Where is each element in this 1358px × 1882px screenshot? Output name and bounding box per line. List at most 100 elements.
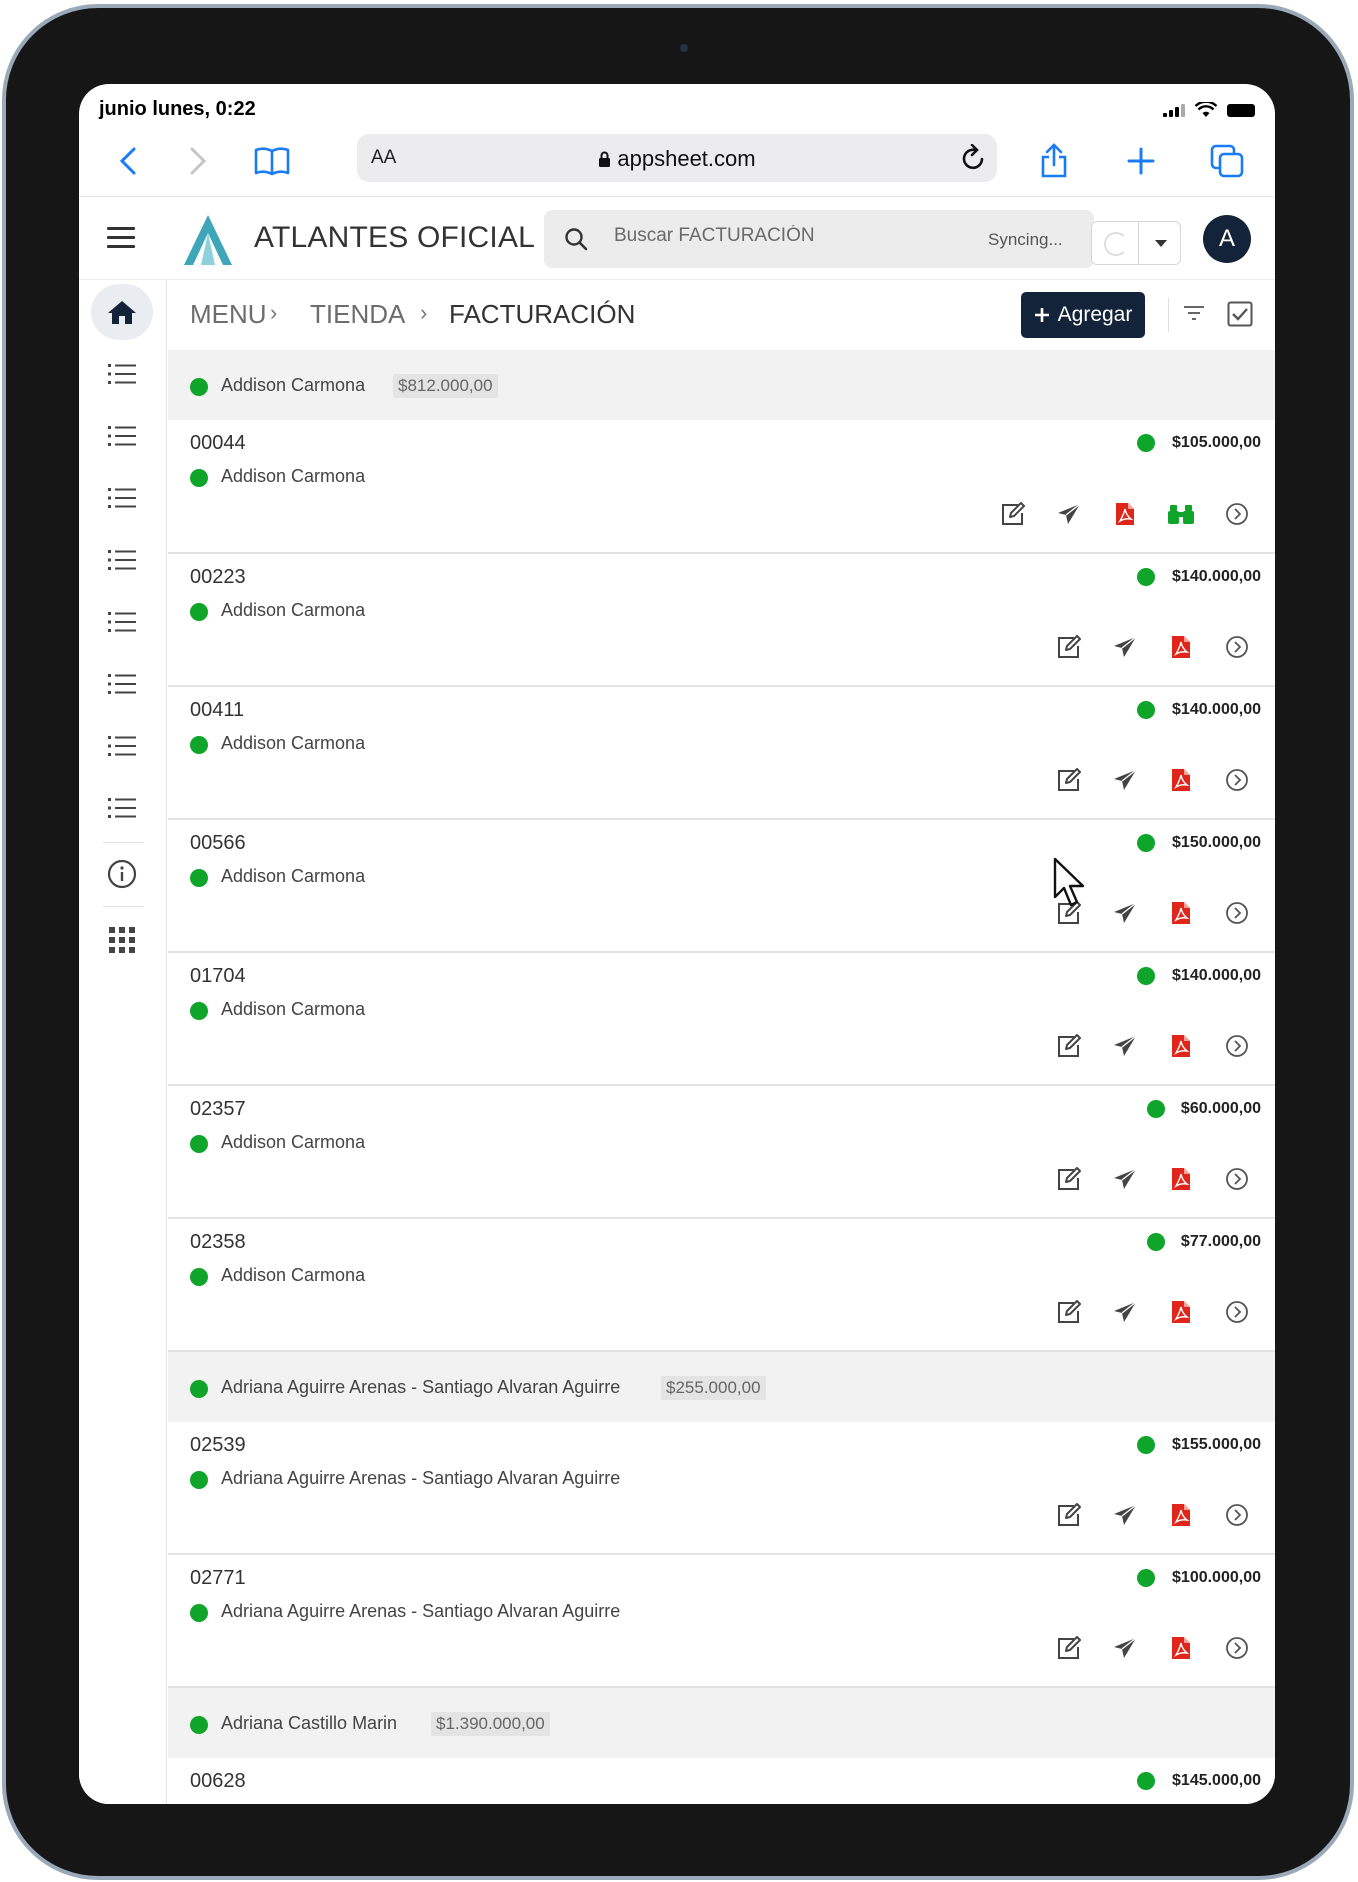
pdf-button[interactable] (1153, 1296, 1209, 1332)
table-row[interactable]: 00566 Addison Carmona $150.000,00 (168, 820, 1275, 953)
row-actions (1041, 1632, 1265, 1668)
send-button[interactable] (1097, 1296, 1153, 1332)
send-button[interactable] (1097, 1030, 1153, 1066)
chevron-right-icon: › (270, 300, 278, 325)
edit-button[interactable] (1041, 1632, 1097, 1668)
sidebar-item-home[interactable] (91, 284, 153, 340)
edit-button[interactable] (1041, 1499, 1097, 1535)
open-detail-button[interactable] (1209, 498, 1265, 534)
send-button[interactable] (1097, 631, 1153, 667)
group-header[interactable]: Adriana Castillo Marin $1.390.000,00 (168, 1688, 1275, 1758)
group-total: $1.390.000,00 (431, 1712, 550, 1736)
edit-button[interactable] (1041, 631, 1097, 667)
row-number: 00566 (190, 832, 246, 854)
sync-status: Syncing... (988, 230, 1063, 249)
select-checkbox-icon[interactable] (1227, 301, 1253, 327)
row-client: Addison Carmona (221, 866, 366, 886)
edit-button[interactable] (1041, 1030, 1097, 1066)
sidebar-item-list-1[interactable] (91, 346, 153, 402)
menu-icon[interactable] (107, 227, 135, 254)
mouse-cursor-icon (1053, 857, 1085, 907)
send-button[interactable] (1097, 1499, 1153, 1535)
table-row[interactable]: 00411 Addison Carmona $140.000,00 (168, 687, 1275, 820)
sidebar-item-list-3[interactable] (91, 470, 153, 526)
back-icon[interactable] (103, 136, 153, 186)
edit-button[interactable] (1041, 1163, 1097, 1199)
table-row[interactable]: 01704 Addison Carmona $140.000,00 (168, 953, 1275, 1086)
filter-icon[interactable] (1183, 304, 1205, 322)
open-detail-button[interactable] (1209, 631, 1265, 667)
group-header[interactable]: Addison Carmona $812.000,00 (168, 350, 1275, 420)
row-actions (1041, 1163, 1265, 1199)
sidebar-item-list-2[interactable] (91, 408, 153, 464)
new-tab-icon[interactable] (1116, 136, 1166, 186)
address-bar[interactable]: AA appsheet.com (357, 134, 997, 182)
browser-toolbar: AA appsheet.com (79, 126, 1275, 196)
breadcrumb-menu[interactable]: MENU (190, 299, 267, 330)
pdf-button[interactable] (1153, 1499, 1209, 1535)
status-dot (190, 1268, 208, 1286)
open-detail-icon (1225, 502, 1249, 531)
reload-icon[interactable] (961, 143, 987, 177)
sidebar-item-list-8[interactable] (91, 780, 153, 836)
table-row[interactable]: 00044 Addison Carmona $105.000,00 (168, 420, 1275, 554)
sidebar-item-list-4[interactable] (91, 532, 153, 588)
lock-icon (599, 151, 611, 167)
tabs-icon[interactable] (1202, 136, 1252, 186)
search-input[interactable] (614, 225, 974, 247)
sidebar-item-info[interactable] (91, 846, 153, 902)
pdf-button[interactable] (1097, 498, 1153, 534)
status-dot (190, 1380, 208, 1398)
add-button[interactable]: Agregar (1021, 292, 1145, 338)
send-button[interactable] (1041, 498, 1097, 534)
send-button[interactable] (1097, 1163, 1153, 1199)
avatar[interactable]: A (1203, 215, 1251, 263)
binoculars-button[interactable] (1153, 498, 1209, 534)
table-row[interactable]: 00628 $145.000,00 (168, 1758, 1275, 1804)
pdf-button[interactable] (1153, 764, 1209, 800)
forward-icon[interactable] (173, 136, 223, 186)
open-detail-button[interactable] (1209, 897, 1265, 933)
open-detail-icon (1225, 1034, 1249, 1063)
group-header[interactable]: Adriana Aguirre Arenas - Santiago Alvara… (168, 1352, 1275, 1422)
pdf-button[interactable] (1153, 1030, 1209, 1066)
open-detail-button[interactable] (1209, 764, 1265, 800)
breadcrumb-tienda[interactable]: TIENDA (310, 299, 405, 330)
pdf-button[interactable] (1153, 897, 1209, 933)
sync-control[interactable] (1091, 221, 1181, 265)
bookmarks-icon[interactable] (247, 136, 297, 186)
table-row[interactable]: 02539 Adriana Aguirre Arenas - Santiago … (168, 1422, 1275, 1555)
pdf-button[interactable] (1153, 1632, 1209, 1668)
sidebar-item-list-7[interactable] (91, 718, 153, 774)
edit-icon (1056, 767, 1082, 797)
edit-button[interactable] (985, 498, 1041, 534)
status-dot (1147, 1100, 1165, 1118)
table-row[interactable]: 00223 Addison Carmona $140.000,00 (168, 554, 1275, 687)
row-amount: $60.000,00 (1180, 1100, 1261, 1117)
open-detail-button[interactable] (1209, 1163, 1265, 1199)
row-actions (1041, 1499, 1265, 1535)
sidebar-item-list-5[interactable] (91, 594, 153, 650)
share-icon[interactable] (1029, 136, 1079, 186)
table-row[interactable]: 02358 Addison Carmona $77.000,00 (168, 1219, 1275, 1352)
edit-icon (1056, 1033, 1082, 1063)
sidebar-item-apps[interactable] (91, 912, 153, 968)
row-client: Addison Carmona (221, 733, 366, 753)
pdf-button[interactable] (1153, 631, 1209, 667)
row-client: Adriana Aguirre Arenas - Santiago Alvara… (221, 1468, 621, 1488)
open-detail-button[interactable] (1209, 1030, 1265, 1066)
caret-down-icon (1154, 239, 1167, 247)
table-row[interactable]: 02357 Addison Carmona $60.000,00 (168, 1086, 1275, 1219)
edit-button[interactable] (1041, 764, 1097, 800)
open-detail-button[interactable] (1209, 1499, 1265, 1535)
send-button[interactable] (1097, 764, 1153, 800)
open-detail-button[interactable] (1209, 1632, 1265, 1668)
table-row[interactable]: 02771 Adriana Aguirre Arenas - Santiago … (168, 1555, 1275, 1688)
sidebar-item-list-6[interactable] (91, 656, 153, 712)
send-button[interactable] (1097, 1632, 1153, 1668)
send-button[interactable] (1097, 897, 1153, 933)
pdf-button[interactable] (1153, 1163, 1209, 1199)
sync-dropdown-button[interactable] (1138, 222, 1182, 264)
edit-button[interactable] (1041, 1296, 1097, 1332)
open-detail-button[interactable] (1209, 1296, 1265, 1332)
